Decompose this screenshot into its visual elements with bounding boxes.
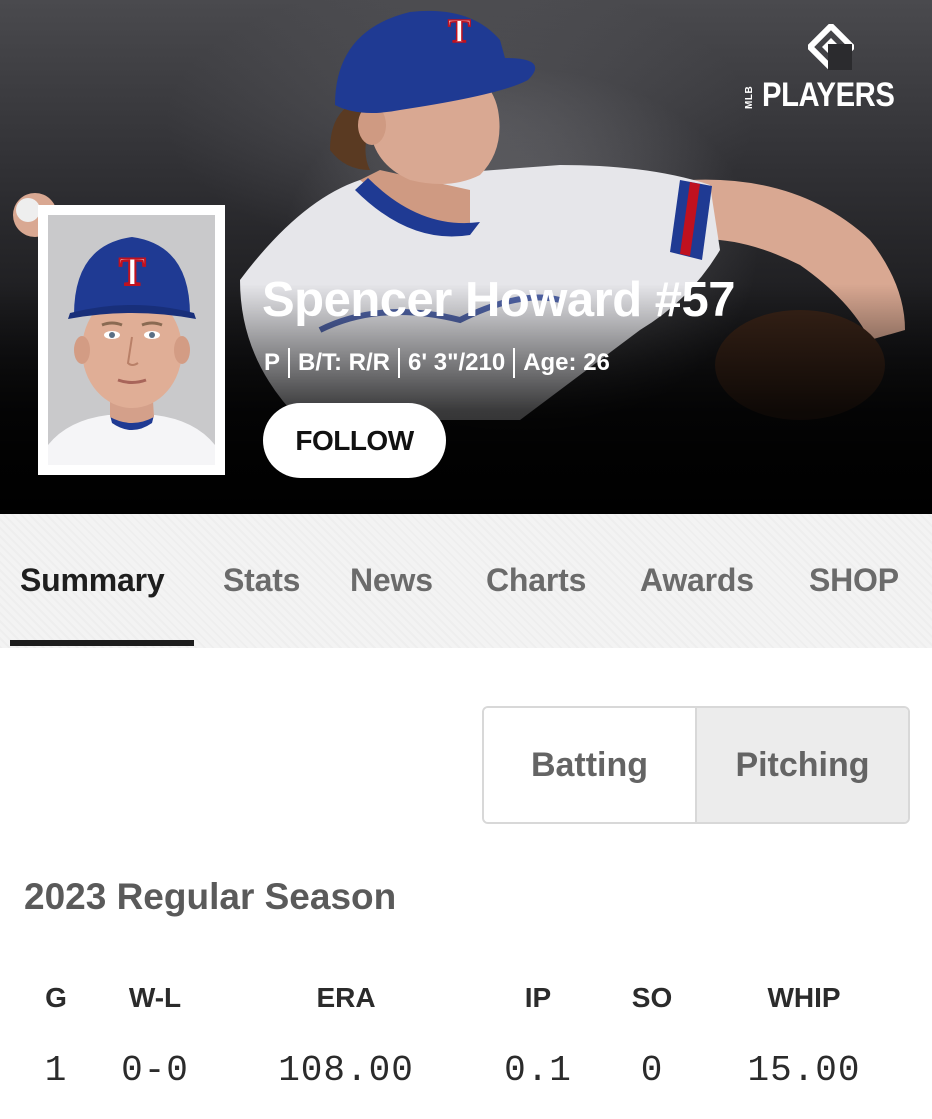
pitching-toggle-button[interactable]: Pitching	[697, 708, 908, 822]
svg-text:T: T	[448, 13, 471, 50]
player-height-weight: 6' 3"/210	[408, 349, 506, 376]
stat-header-g: G	[45, 982, 67, 1013]
player-headshot: T	[38, 205, 225, 475]
batting-toggle-button[interactable]: Batting	[484, 708, 697, 822]
tab-news[interactable]: News	[350, 562, 433, 599]
batting-pitching-toggle: Batting Pitching	[482, 706, 910, 824]
tab-stats[interactable]: Stats	[223, 562, 300, 599]
active-tab-indicator	[10, 640, 194, 646]
follow-button[interactable]: FOLLOW	[263, 403, 446, 478]
player-age: Age: 26	[523, 349, 610, 376]
stat-header-whip: WHIP	[767, 982, 841, 1013]
player-tabs: Summary Stats News Charts Awards SHOP	[0, 514, 932, 648]
mlb-small-label: MLB	[744, 85, 755, 109]
meta-divider	[288, 348, 291, 378]
tab-charts[interactable]: Charts	[486, 562, 586, 599]
stat-header-ip: IP	[524, 982, 552, 1013]
stat-value-g: 1	[44, 1050, 68, 1091]
headshot-image: T	[48, 215, 215, 465]
stat-value-so: 0	[640, 1050, 664, 1091]
stat-header-wl: W-L	[128, 982, 182, 1013]
meta-divider	[513, 348, 516, 378]
stat-value-wl: 0-0	[121, 1050, 189, 1091]
player-bats-throws: B/T: R/R	[298, 349, 391, 376]
stat-header-so: SO	[631, 982, 673, 1013]
stat-value-whip: 15.00	[747, 1050, 861, 1091]
meta-divider	[398, 348, 401, 378]
player-position: P	[264, 349, 281, 376]
mlb-players-logo-icon	[808, 24, 854, 70]
player-name: Spencer Howard #57	[262, 273, 736, 327]
tab-awards[interactable]: Awards	[640, 562, 754, 599]
player-meta: P B/T: R/R 6' 3"/210 Age: 26	[264, 346, 610, 380]
players-wordmark: PLAYERS	[762, 76, 895, 114]
tab-summary[interactable]: Summary	[20, 562, 165, 599]
player-hero: T MLB PLAYERS T Spencer Howard #57 P B/T…	[0, 0, 932, 514]
stat-value-era: 108.00	[278, 1050, 414, 1091]
svg-text:T: T	[119, 249, 146, 294]
season-title: 2023 Regular Season	[24, 876, 397, 917]
stat-header-era: ERA	[316, 982, 376, 1013]
stat-value-ip: 0.1	[504, 1050, 572, 1091]
tab-shop[interactable]: SHOP	[809, 562, 899, 599]
